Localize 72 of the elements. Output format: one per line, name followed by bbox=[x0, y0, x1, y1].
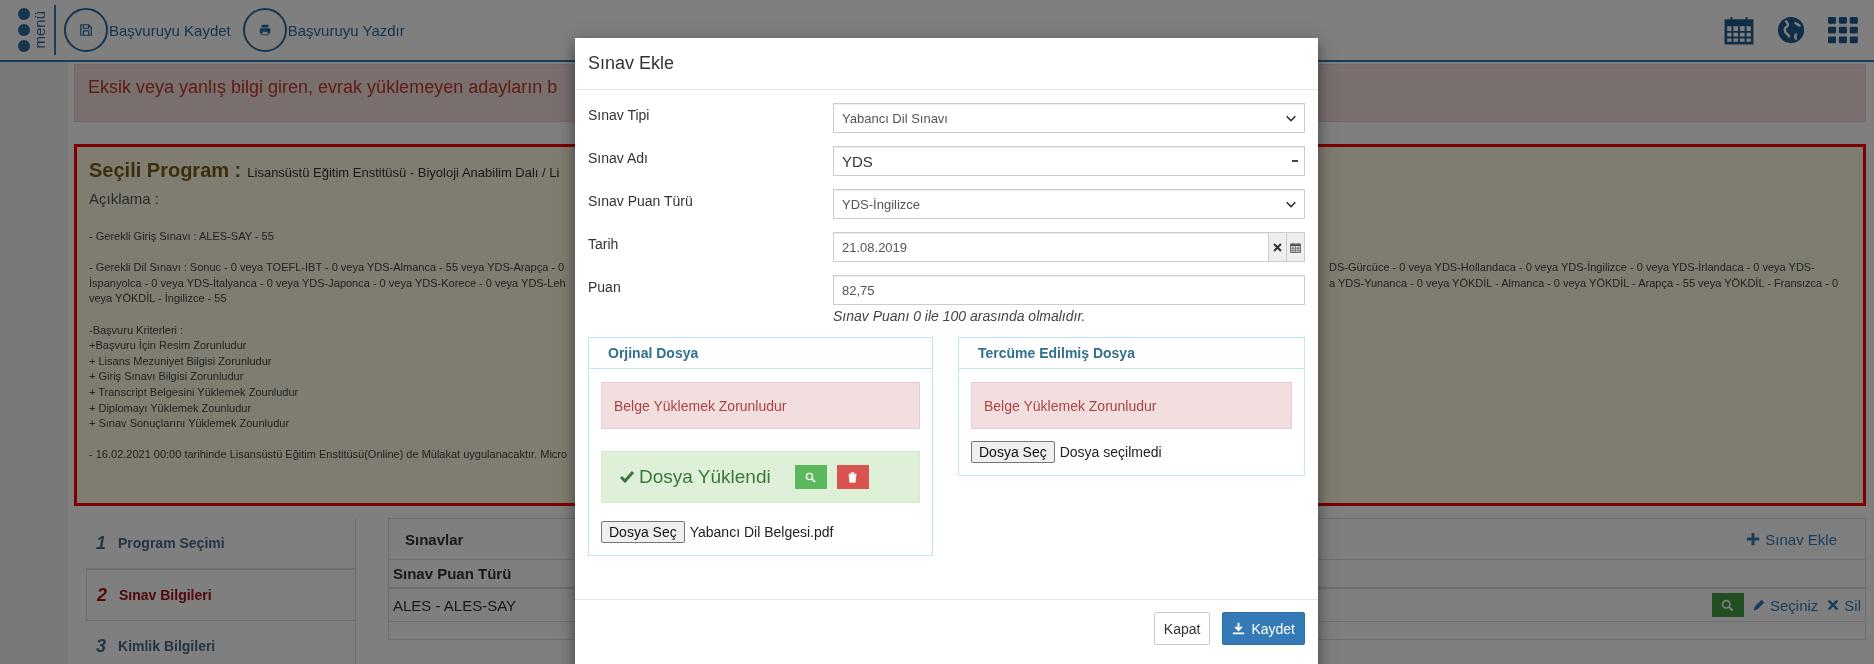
calendar-button[interactable] bbox=[1287, 232, 1305, 262]
program-name: Lisansüstü Eğitim Enstitüsü - Biyoloji Anabilim Dalı / Li bbox=[247, 165, 560, 180]
grid-icon bbox=[1828, 15, 1858, 45]
description-text: veya YÖKDİL - İngilizce - 55 bbox=[89, 291, 228, 307]
description-text: + Sınav Sonuçlarını Yüklemek Zounludur bbox=[89, 416, 291, 432]
close-icon bbox=[1826, 598, 1841, 612]
dot-icon bbox=[18, 8, 30, 20]
checkmark-icon bbox=[619, 469, 635, 485]
search-icon bbox=[1721, 598, 1735, 612]
description-text: a YDS-Yunanca - 0 veya YÖKDİL - Almanca - 0 veya YÖKDİL - Arapça - 55 veya YÖKDİL - Fransızca - 0 bbox=[1329, 275, 1840, 291]
clear-button[interactable] bbox=[1269, 232, 1287, 262]
date-field[interactable]: 21.08.2019 bbox=[833, 232, 1269, 262]
file-name: Dosya seçilmedi bbox=[1059, 444, 1162, 460]
field-label: Sınav Tipi bbox=[588, 106, 651, 125]
toolbar-button[interactable]: Başvuruyu Kaydet bbox=[64, 8, 231, 52]
trash-icon bbox=[847, 471, 859, 483]
upload-status: Dosya Yüklendi bbox=[619, 466, 771, 488]
description-text: + Diplomayı Yüklemek Zounludur bbox=[89, 400, 253, 416]
search-button[interactable] bbox=[1711, 593, 1744, 617]
description-text: -Başvuru Kriterleri : bbox=[89, 322, 185, 338]
printer-icon bbox=[257, 23, 272, 37]
description-text: DS-Gürcüce - 0 veya YDS-Hollandaca - 0 veya YDS-İngilizce - 0 veya YDS-İrlandaca - 0 veya YDS- bbox=[1329, 260, 1816, 276]
calendar-icon bbox=[1724, 15, 1754, 45]
delete-link[interactable]: Sil bbox=[1826, 596, 1861, 614]
description-text: +Başvuru İçin Resim Zorunludur bbox=[89, 338, 248, 354]
calendar-icon bbox=[1290, 241, 1301, 253]
dot-icon bbox=[18, 24, 30, 36]
step-tab[interactable]: 2 Sınav Bilgileri bbox=[86, 569, 356, 621]
dropdown-field[interactable]: YDS-İngilizce bbox=[833, 189, 1305, 219]
close-button[interactable]: Kapat bbox=[1153, 612, 1211, 645]
description-text: + Giriş Sınavı Bilgisi Zorunludur bbox=[89, 369, 245, 385]
description-text: - Gerekli Dil Sınavı : Sonuc - 0 veya TOEFL-IBT - 0 veya YDS-Almanca - 55 veya YDS-Arapça - 0 bbox=[89, 260, 566, 276]
search-icon bbox=[805, 471, 817, 483]
view-button[interactable] bbox=[794, 465, 827, 489]
toolbar-button[interactable]: Başvuruyu Yazdır bbox=[242, 8, 405, 52]
combo-field[interactable]: YDS bbox=[833, 146, 1305, 176]
file-name: Yabancı Dil Belgesi.pdf bbox=[689, 524, 834, 540]
plus-icon bbox=[1746, 532, 1761, 546]
field-label: Sınav Adı bbox=[588, 149, 649, 168]
table-cell: ALES - ALES-SAY bbox=[393, 596, 517, 614]
error-alert: Belge Yüklemek Zorunludur bbox=[601, 382, 920, 429]
step-tab[interactable]: 1 Program Seçimi bbox=[86, 518, 356, 569]
pencil-icon bbox=[1751, 598, 1766, 612]
panel-title: Sınavlar bbox=[405, 530, 464, 548]
save-button[interactable]: Kaydet bbox=[1222, 612, 1305, 645]
delete-button[interactable] bbox=[836, 465, 869, 489]
input-field[interactable]: 82,75 bbox=[833, 275, 1305, 305]
program-title: Seçili Program : bbox=[89, 159, 242, 182]
description-text: + Transcript Belgesini Yüklemek Zounludur bbox=[89, 384, 300, 400]
help-text: Sınav Puanı 0 ile 100 arasında olmalıdır. bbox=[833, 308, 1087, 324]
choose-file-button[interactable]: Dosya Seç bbox=[601, 521, 685, 543]
download-icon bbox=[1232, 622, 1246, 635]
panel-title: Orjinal Dosya bbox=[608, 345, 699, 361]
choose-file-button[interactable]: Dosya Seç bbox=[971, 441, 1055, 463]
dot-icon bbox=[18, 40, 30, 52]
field-label: Tarih bbox=[588, 235, 620, 254]
add-exam-button[interactable]: Sınav Ekle bbox=[1740, 529, 1843, 549]
description-text: - 16.02.2021 00:00 tarihinde Lisansüstü Eğitim Enstitüsü(Online) de Mülakat uygulanacaktır. Micro bbox=[89, 447, 569, 463]
dropdown-field[interactable]: Yabancı Dil Sınavı bbox=[833, 103, 1305, 133]
caret-icon bbox=[1292, 160, 1298, 162]
description-text: - Gerekli Giriş Sınavı : ALES-SAY - 55 bbox=[89, 229, 275, 244]
field-label: Puan bbox=[588, 278, 622, 297]
field-label: Sınav Puan Türü bbox=[588, 192, 694, 211]
menu-label[interactable]: menü bbox=[32, 11, 48, 49]
panel-title: Tercüme Edilmiş Dosya bbox=[978, 345, 1135, 361]
error-alert: Belge Yüklemek Zorunludur bbox=[971, 382, 1292, 429]
description-text: İspanyolca - 0 veya YDS-İtalyanca - 0 veya YDS-Japonca - 0 veya YDS-Korece - 0 veya YDS-Leh bbox=[89, 275, 567, 291]
edit-link[interactable]: Seçiniz bbox=[1751, 596, 1819, 614]
close-icon bbox=[1272, 241, 1283, 253]
description-label: Açıklama : bbox=[89, 190, 160, 207]
globe-icon bbox=[1776, 15, 1806, 45]
description-text: + Lisans Mezuniyet Bilgisi Zorunludur bbox=[89, 353, 273, 369]
